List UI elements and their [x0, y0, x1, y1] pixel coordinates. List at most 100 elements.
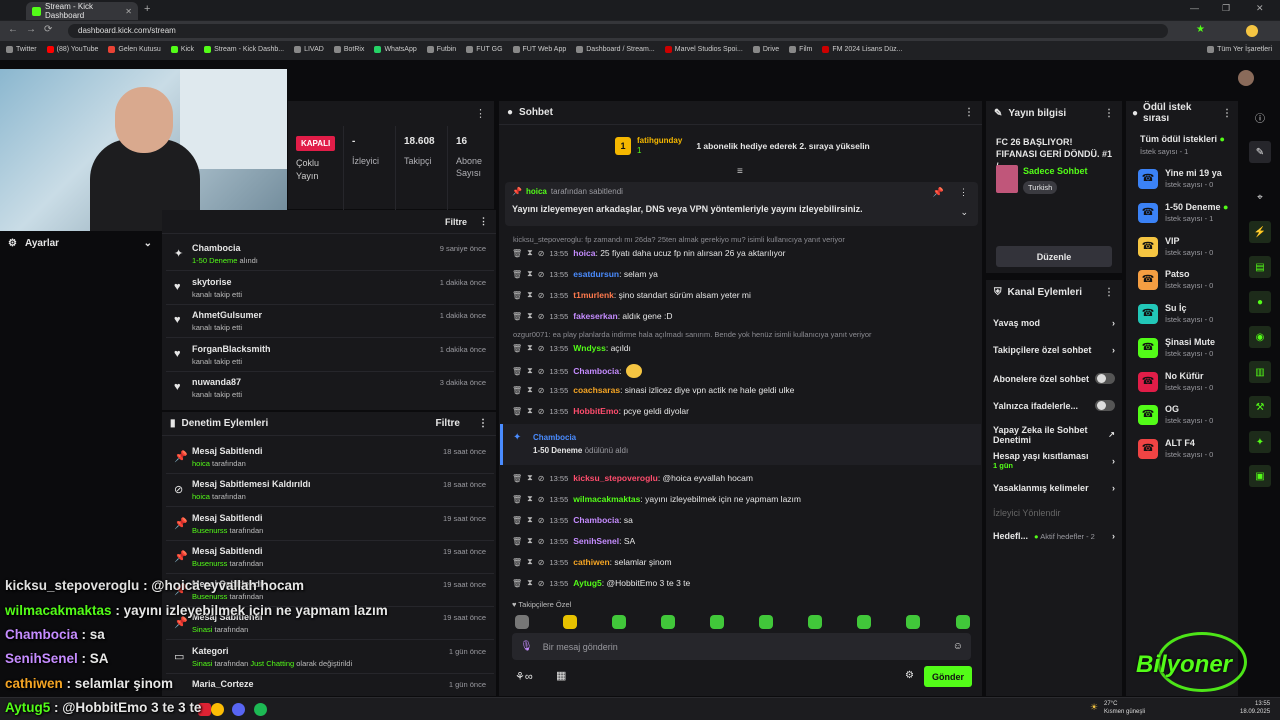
delete-icon[interactable]: 🗑 — [512, 291, 522, 300]
timeout-icon[interactable]: ⧗ — [527, 557, 533, 567]
all-rewards-item[interactable]: Tüm ödül istekleri ● İstek sayısı - 1 — [1140, 134, 1225, 156]
timeout-icon[interactable]: ⧗ — [527, 366, 533, 376]
bookmark-item[interactable]: Dashboard / Stream... — [576, 46, 655, 53]
timeout-icon[interactable]: ⧗ — [527, 515, 533, 525]
reward-item[interactable]: ☎ 1-50 Deneme ● İstek sayısı - 1 — [1138, 202, 1228, 223]
broadcast-icon[interactable]: ◉ — [1249, 326, 1271, 348]
bookmark-item[interactable]: FUT Web App — [512, 46, 566, 53]
more-icon[interactable]: ⋮ — [475, 107, 486, 120]
reward-item[interactable]: ☎ VIP İstek sayısı - 0 — [1138, 236, 1213, 257]
close-window-icon[interactable]: ✕ — [1256, 3, 1264, 14]
category-name[interactable]: Sadece Sohbet — [1023, 166, 1088, 176]
ban-icon[interactable]: ⊘ — [538, 386, 545, 395]
ban-icon[interactable]: ⊘ — [538, 270, 545, 279]
chat-settings-icon[interactable]: ⚙ — [905, 670, 914, 681]
forward-icon[interactable]: → — [26, 24, 36, 35]
subscribers-only-toggle[interactable] — [1095, 373, 1115, 384]
collapse-icon[interactable]: ≡ — [737, 166, 743, 177]
timeout-icon[interactable]: ⧗ — [527, 248, 533, 258]
timeout-icon[interactable]: ⧗ — [527, 290, 533, 300]
emote-icon[interactable] — [710, 615, 724, 629]
info-icon[interactable]: ⓘ — [1249, 106, 1271, 128]
gift-leaderboard[interactable]: 1 fatihgunday 1 1 abonelik hediye ederek … — [615, 136, 870, 156]
reward-item[interactable]: ☎ OG İstek sayısı - 0 — [1138, 404, 1213, 425]
goals-item[interactable]: Hedefl... ● Aktif hedefler - 2 › — [993, 531, 1115, 541]
delete-icon[interactable]: 🗑 — [512, 474, 522, 483]
emotes-only-item[interactable]: Yalnızca ifadelerle... — [993, 400, 1115, 411]
bookmark-item[interactable]: Stream - Kick Dashb... — [204, 46, 284, 53]
timeout-icon[interactable]: ⧗ — [527, 406, 533, 416]
ban-icon[interactable]: ⊘ — [538, 579, 545, 588]
reward-item[interactable]: ☎ Patso İstek sayısı - 0 — [1138, 269, 1213, 290]
more-icon[interactable]: ⋮ — [1104, 287, 1114, 298]
ban-icon[interactable]: ⊘ — [538, 537, 545, 546]
delete-icon[interactable]: 🗑 — [512, 495, 522, 504]
filter-button[interactable]: Filtre — [445, 217, 467, 227]
close-tab-icon[interactable]: ✕ — [125, 7, 132, 16]
ban-icon[interactable]: ⊘ — [538, 312, 545, 321]
more-icon[interactable]: ⋮ — [1222, 108, 1232, 119]
focus-icon[interactable]: ⌖ — [1249, 186, 1271, 208]
game-icon[interactable]: ▣ — [1249, 465, 1271, 487]
reward-item[interactable]: ☎ Şinasi Mute İstek sayısı - 0 — [1138, 337, 1215, 358]
timeout-icon[interactable]: ⧗ — [527, 536, 533, 546]
reload-icon[interactable]: ⟳ — [44, 24, 52, 35]
timeout-icon[interactable]: ⧗ — [527, 578, 533, 588]
timeout-icon[interactable]: ⧗ — [527, 343, 533, 353]
delete-icon[interactable]: 🗑 — [512, 537, 522, 546]
bookmark-item[interactable]: Twitter — [6, 46, 37, 53]
new-tab-icon[interactable]: + — [144, 3, 150, 15]
subscribers-only-item[interactable]: Abonelere özel sohbet — [993, 373, 1115, 384]
timeout-icon[interactable]: ⧗ — [527, 385, 533, 395]
bookmark-item[interactable]: FM 2024 Lisans Düz... — [822, 46, 902, 53]
unpin-button-icon[interactable]: 📌 — [933, 187, 944, 198]
weather-widget[interactable]: 27°C Kısmen güneşli — [1104, 700, 1145, 716]
bookmark-item[interactable]: (88) YouTube — [46, 46, 98, 53]
emote-icon[interactable] — [857, 615, 871, 629]
emote-icon[interactable] — [515, 615, 529, 629]
ban-icon[interactable]: ⊘ — [538, 344, 545, 353]
points-icon[interactable]: ⚘∞ — [515, 670, 533, 683]
microphone-icon[interactable]: 🎙 — [520, 641, 533, 652]
delete-icon[interactable]: 🗑 — [512, 558, 522, 567]
edit-button[interactable]: Düzenle — [996, 246, 1112, 267]
reward-icon[interactable]: ✦ — [1249, 431, 1271, 453]
emote-icon[interactable] — [906, 615, 920, 629]
store-icon[interactable]: ▦ — [556, 669, 566, 682]
ban-icon[interactable]: ⊘ — [538, 367, 545, 376]
ban-icon[interactable]: ⊘ — [538, 495, 545, 504]
settings-toggle[interactable]: ⚙ Ayarlar ⌄ — [0, 232, 160, 254]
ban-icon[interactable]: ⊘ — [538, 249, 545, 258]
delete-icon[interactable]: 🗑 — [512, 344, 522, 353]
chevron-down-icon[interactable]: ⌄ — [960, 207, 968, 218]
minimize-icon[interactable]: — — [1190, 3, 1199, 13]
bookmark-item[interactable]: Film — [789, 46, 812, 53]
emotes-only-toggle[interactable] — [1095, 400, 1115, 411]
bookmark-item[interactable]: Gelen Kutusu — [108, 46, 161, 53]
bookmark-star-icon[interactable]: ★ — [1196, 24, 1205, 35]
ban-icon[interactable]: ⊘ — [538, 558, 545, 567]
delete-icon[interactable]: 🗑 — [512, 407, 522, 416]
emoji-icon[interactable]: ☺ — [953, 641, 963, 652]
discord-icon[interactable] — [232, 703, 245, 716]
bookmark-item[interactable]: FUT GG — [466, 46, 503, 53]
delete-icon[interactable]: 🗑 — [512, 367, 522, 376]
edit-icon[interactable]: ✎ — [1249, 141, 1271, 163]
emote-icon[interactable] — [956, 615, 970, 629]
reward-item[interactable]: ☎ Su İç İstek sayısı - 0 — [1138, 303, 1213, 324]
back-icon[interactable]: ← — [8, 24, 18, 35]
slow-mode-item[interactable]: Yavaş mod › — [993, 318, 1115, 328]
bookmark-item[interactable]: BotRix — [333, 46, 364, 53]
all-bookmarks[interactable]: Tüm Yer İşaretleri — [1207, 46, 1272, 53]
chat-input[interactable]: 🎙 Bir mesaj gönderin ☺ — [512, 633, 971, 660]
timeout-icon[interactable]: ⧗ — [527, 311, 533, 321]
ban-icon[interactable]: ⊘ — [538, 474, 545, 483]
more-icon[interactable]: ⋮ — [1104, 108, 1114, 119]
more-icon[interactable]: ⋮ — [959, 187, 968, 198]
chat-icon[interactable]: ● — [1249, 291, 1271, 313]
delete-icon[interactable]: 🗑 — [512, 386, 522, 395]
ban-icon[interactable]: ⊘ — [538, 516, 545, 525]
delete-icon[interactable]: 🗑 — [512, 516, 522, 525]
filter-button[interactable]: Filtre — [436, 418, 460, 429]
more-icon[interactable]: ⋮ — [479, 216, 488, 227]
